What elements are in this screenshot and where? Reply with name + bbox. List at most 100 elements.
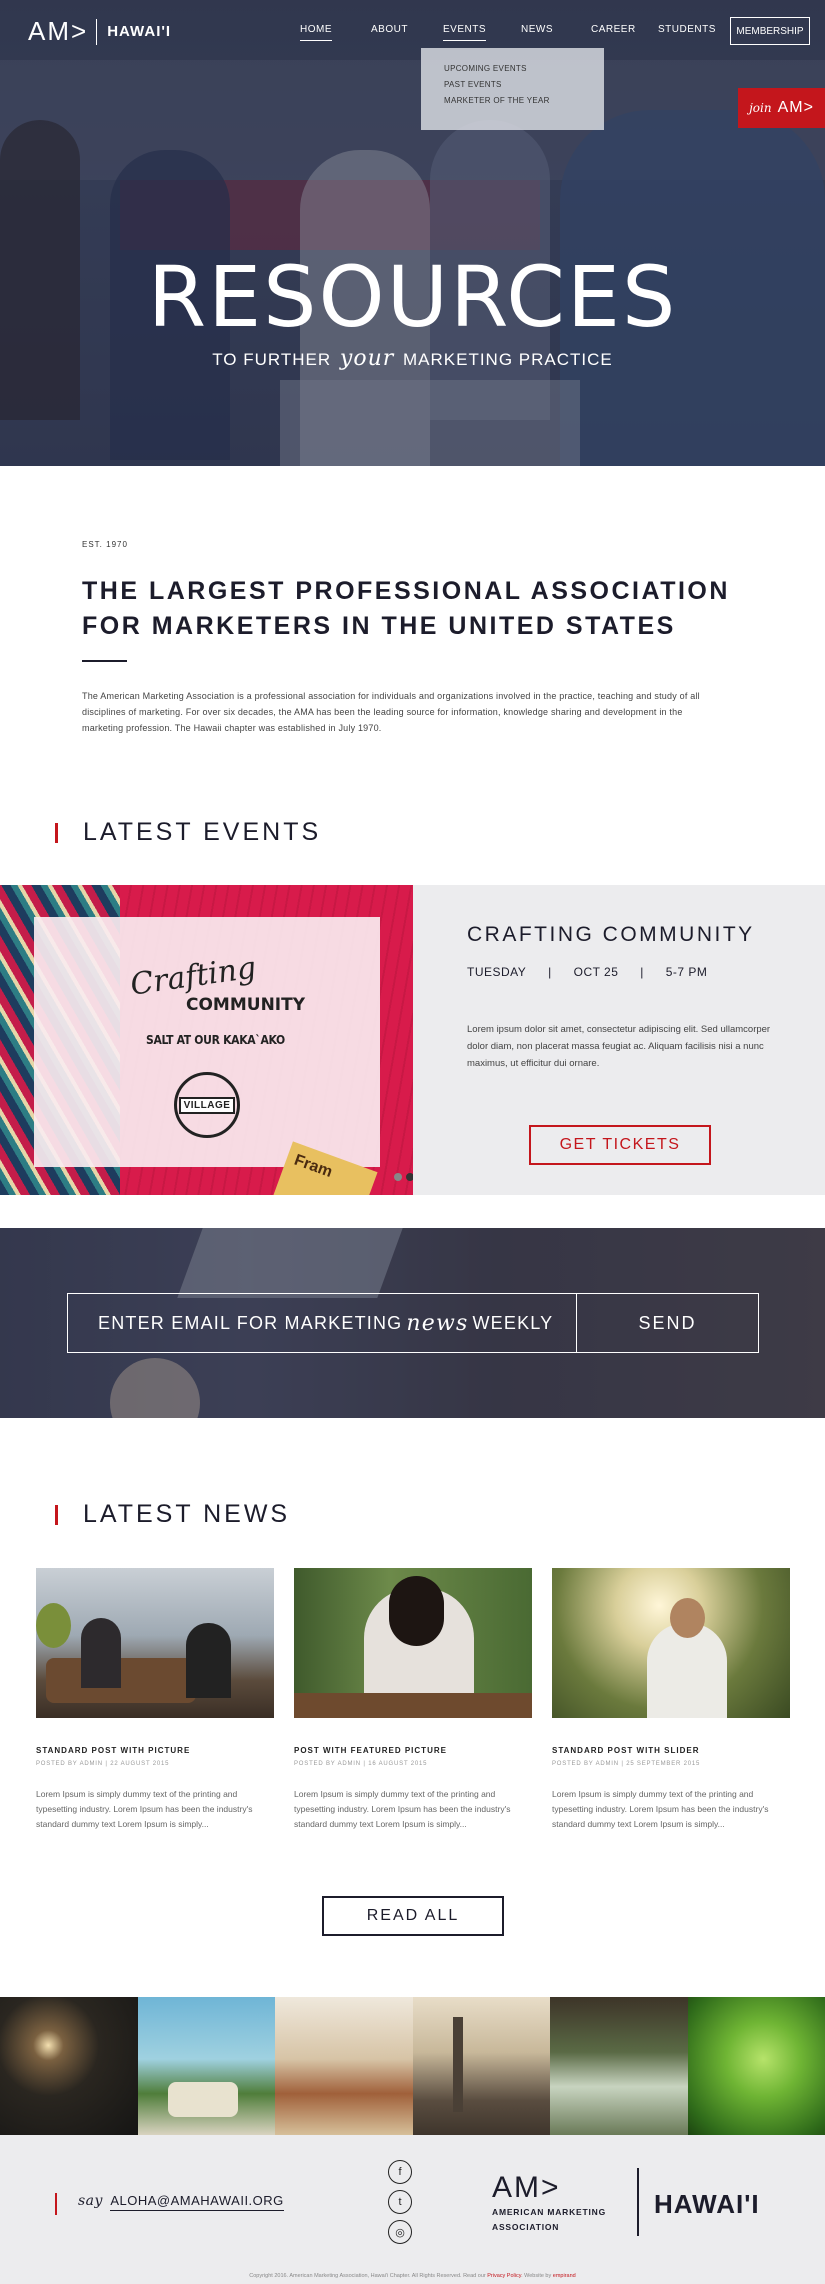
news-post-image[interactable]	[552, 1568, 790, 1718]
footer-ama-logo[interactable]: AM> AMERICAN MARKETING ASSOCIATION	[492, 2173, 606, 2233]
news-post-title[interactable]: STANDARD POST WITH SLIDER	[552, 1746, 790, 1755]
news-post-card[interactable]: POST WITH FEATURED PICTURE POSTED BY ADM…	[294, 1568, 532, 1832]
photo-head	[670, 1598, 705, 1638]
hero-subtitle-before: TO FURTHER	[212, 350, 332, 369]
instagram-icon[interactable]: ◎	[388, 2220, 412, 2244]
photo-plant	[36, 1603, 71, 1648]
news-post-meta: POSTED BY ADMIN | 25 SEPTEMBER 2015	[552, 1761, 701, 1767]
footer-contact: say ALOHA@AMAHAWAII.ORG	[78, 2193, 284, 2211]
news-post-image[interactable]	[36, 1568, 274, 1718]
news-post-card[interactable]: STANDARD POST WITH SLIDER POSTED BY ADMI…	[552, 1568, 790, 1832]
footer-logo-line: ASSOCIATION	[492, 2222, 560, 2232]
bottle-label-text: Fram	[291, 1151, 335, 1182]
event-day: TUESDAY	[467, 965, 527, 979]
facebook-icon[interactable]: f	[388, 2160, 412, 2184]
nav-about[interactable]: ABOUT	[371, 24, 408, 35]
event-date: OCT 25	[573, 965, 619, 979]
nav-events[interactable]: EVENTS	[443, 24, 487, 41]
dropdown-item-upcoming-events[interactable]: UPCOMING EVENTS	[444, 64, 604, 73]
newsletter-placeholder-after: WEEKLY	[472, 1312, 554, 1333]
hero-banner: AM> HAWAI'I HOME ABOUT EVENTS NEWS CAREE…	[0, 0, 825, 466]
join-script-text: join	[749, 101, 772, 115]
village-badge-icon: VILLAGE	[174, 1072, 240, 1138]
twitter-icon[interactable]: t	[388, 2190, 412, 2214]
read-all-button[interactable]: READ ALL	[322, 1896, 504, 1936]
site-logo[interactable]: AM> HAWAI'I	[28, 16, 171, 47]
logo-am-mark: AM>	[28, 16, 89, 46]
poster-bold-title: COMMUNITY	[186, 995, 306, 1015]
footer-logo-am-mark: AM>	[492, 2171, 561, 2204]
news-post-title[interactable]: POST WITH FEATURED PICTURE	[294, 1746, 532, 1755]
dropdown-item-marketer-of-the-year[interactable]: MARKETER OF THE YEAR	[444, 96, 604, 105]
nav-home[interactable]: HOME	[300, 24, 332, 41]
nav-students[interactable]: STUDENTS	[658, 24, 716, 35]
news-post-excerpt: Lorem Ipsum is simply dummy text of the …	[294, 1789, 511, 1829]
event-details: CRAFTING COMMUNITY TUESDAY | OCT 25 | 5-…	[467, 923, 787, 1072]
news-post-title[interactable]: STANDARD POST WITH PICTURE	[36, 1746, 274, 1755]
social-links: f t ◎	[388, 2160, 412, 2244]
section-accent-bar	[55, 822, 58, 843]
news-section-heading: LATEST NEWS	[83, 1500, 291, 1528]
featured-event: Crafting COMMUNITY SALT AT OUR KAKA`AKO …	[0, 885, 825, 1195]
carousel-dot[interactable]	[406, 1173, 413, 1181]
copyright-text-end: . Website by	[521, 2273, 552, 2279]
photo-person	[81, 1618, 121, 1688]
website-credit-link[interactable]: empirand	[553, 2273, 576, 2279]
privacy-policy-link[interactable]: Privacy Policy	[487, 2273, 521, 2279]
photo-table	[294, 1693, 532, 1718]
newsletter-signup: ENTER EMAIL FOR MARKETING news WEEKLY SE…	[0, 1228, 825, 1418]
news-post-card[interactable]: STANDARD POST WITH PICTURE POSTED BY ADM…	[36, 1568, 274, 1832]
intro-heading: THE LARGEST PROFESSIONAL ASSOCIATION FOR…	[82, 577, 730, 640]
intro-body-text: The American Marketing Association is a …	[82, 691, 700, 733]
nav-news[interactable]: NEWS	[521, 24, 553, 35]
nav-career[interactable]: CAREER	[591, 24, 636, 35]
photo-gallery-strip	[0, 1997, 825, 2135]
event-datetime: TUESDAY | OCT 25 | 5-7 PM	[467, 965, 787, 979]
membership-button[interactable]: MEMBERSHIP	[730, 17, 810, 45]
carousel-dots	[394, 1173, 413, 1181]
events-dropdown-menu: UPCOMING EVENTS PAST EVENTS MARKETER OF …	[421, 48, 604, 130]
copyright-text: Copyright 2016. American Marketing Assoc…	[249, 2273, 486, 2279]
gallery-image-lamps[interactable]	[0, 1997, 138, 2135]
join-am-logo: AM>	[777, 99, 814, 116]
newsletter-send-button[interactable]: SEND	[577, 1293, 759, 1353]
logo-divider	[96, 18, 98, 45]
footer-say-script: say	[78, 2193, 103, 2209]
event-poster-card: Crafting COMMUNITY SALT AT OUR KAKA`AKO …	[34, 917, 380, 1167]
join-button[interactable]: join AM>	[738, 88, 825, 128]
intro-divider	[82, 660, 127, 662]
event-separator: |	[640, 965, 644, 979]
dropdown-item-past-events[interactable]: PAST EVENTS	[444, 80, 604, 89]
events-section-heading: LATEST EVENTS	[83, 818, 322, 846]
events-section-title: LATEST EVENTS	[55, 818, 321, 847]
photo-person	[186, 1623, 231, 1698]
gallery-image-cow[interactable]	[275, 1997, 413, 2135]
hero-subtitle: TO FURTHER your MARKETING PRACTICE	[0, 346, 825, 371]
news-post-image[interactable]	[294, 1568, 532, 1718]
event-title: CRAFTING COMMUNITY	[467, 923, 755, 946]
intro-section: EST. 1970 THE LARGEST PROFESSIONAL ASSOC…	[0, 466, 825, 766]
news-post-meta: POSTED BY ADMIN | 22 AUGUST 2015	[36, 1761, 170, 1767]
gallery-image-tower[interactable]	[412, 1997, 550, 2135]
newsletter-placeholder-before: ENTER EMAIL FOR MARKETING	[98, 1312, 403, 1333]
footer-email-link[interactable]: ALOHA@AMAHAWAII.ORG	[110, 2193, 284, 2211]
section-accent-bar	[55, 1504, 58, 1525]
newsletter-email-input[interactable]: ENTER EMAIL FOR MARKETING news WEEKLY	[67, 1293, 577, 1353]
footer-logo-line: AMERICAN MARKETING	[492, 2207, 607, 2217]
site-footer: say ALOHA@AMAHAWAII.ORG f t ◎ AM> AMERIC…	[0, 2135, 825, 2284]
event-poster-image[interactable]: Crafting COMMUNITY SALT AT OUR KAKA`AKO …	[0, 885, 413, 1195]
carousel-dot[interactable]	[394, 1173, 402, 1181]
photo-couch	[46, 1658, 196, 1703]
gallery-image-palms-van[interactable]	[137, 1997, 275, 2135]
newsletter-placeholder-script: news	[406, 1310, 469, 1336]
gallery-image-leaf[interactable]	[687, 1997, 825, 2135]
event-time: 5-7 PM	[665, 965, 708, 979]
news-post-meta: POSTED BY ADMIN | 16 AUGUST 2015	[294, 1761, 428, 1767]
hero-subtitle-script: your	[339, 346, 395, 371]
footer-hawaii-text: HAWAI'I	[654, 2189, 760, 2219]
get-tickets-button[interactable]: GET TICKETS	[529, 1125, 711, 1165]
news-section-title: LATEST NEWS	[55, 1500, 290, 1529]
copyright-notice: Copyright 2016. American Marketing Assoc…	[0, 2273, 825, 2279]
gallery-image-lake[interactable]	[550, 1997, 688, 2135]
news-post-excerpt: Lorem Ipsum is simply dummy text of the …	[36, 1789, 253, 1829]
